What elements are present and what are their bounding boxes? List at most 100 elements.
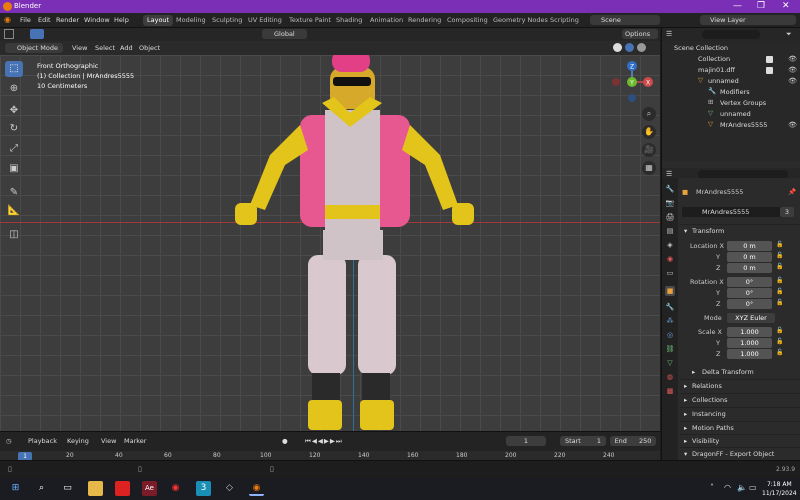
checkbox-icon[interactable] [766,67,773,74]
dragonff-export-panel[interactable]: ▾ DragonFF - Export Object [680,447,800,459]
delta-transform-panel[interactable]: ▸ Delta Transform [680,366,800,378]
playback-controls[interactable]: ⏮◀◀▶▶⏭ [305,437,343,446]
transform-tool-icon[interactable]: ▣ [5,161,23,177]
wifi-icon[interactable]: ◠ [724,483,731,492]
object-name-field[interactable]: MrAndres5555 [682,207,786,217]
lock-icon[interactable]: 🔓 [776,288,783,295]
material-tab-icon[interactable]: ◍ [665,372,675,382]
motion-paths-panel[interactable]: ▸ Motion Paths [680,421,800,433]
minimize-button[interactable]: — [733,1,742,11]
app-icon-blue[interactable]: 3 [196,481,211,496]
rendered-shading-icon[interactable] [637,43,646,52]
scale-x-field[interactable]: 1.000 [727,327,772,337]
constraints-tab-icon[interactable]: ⛓ [665,344,675,354]
outliner-type-icon[interactable]: ☰ [666,30,672,38]
menu-window[interactable]: Window [84,16,110,24]
eye-icon[interactable]: 👁 [788,121,797,129]
rotation-z-field[interactable]: 0° [727,299,772,309]
tool-tab-icon[interactable]: 🔧 [665,184,675,194]
view-layer-selector[interactable]: View Layer [700,15,796,25]
rotation-y-field[interactable]: 0° [727,288,772,298]
battery-icon[interactable]: ▭ [749,483,757,492]
lock-icon[interactable]: 🔓 [776,277,783,284]
outliner-row[interactable]: 🔧 Modifiers [662,87,800,98]
file-explorer-icon[interactable] [88,481,103,496]
start-frame-field[interactable]: Start 1 [560,436,606,446]
taskbar-clock[interactable]: 7:18 AM 11/17/2024 [762,480,797,498]
windows-start-icon[interactable]: ⊞ [8,481,23,496]
properties-type-icon[interactable]: ☰ [666,170,672,178]
relations-panel[interactable]: ▸ Relations [680,379,800,391]
outliner-search-input[interactable] [702,30,760,39]
tab-animation[interactable]: Animation [366,15,407,26]
collection-tab-icon[interactable]: ▭ [665,268,675,278]
outliner-row[interactable]: ▽ unnamed [662,109,800,120]
scene-tab-icon[interactable]: ◈ [665,240,675,250]
menu-timeline-view[interactable]: View [101,437,116,445]
tab-modeling[interactable]: Modeling [172,15,210,26]
tab-compositing[interactable]: Compositing [443,15,492,26]
menu-render[interactable]: Render [56,16,79,24]
particles-tab-icon[interactable]: ⁂ [665,316,675,326]
transform-panel-header[interactable]: ▾ Transform [680,224,800,236]
record-icon[interactable]: ● [282,437,288,445]
add-cube-tool-icon[interactable]: ◫ [5,227,23,243]
render-tab-icon[interactable]: 📷 [665,198,675,208]
scale-tool-icon[interactable]: ⤢ [5,141,23,157]
lock-icon[interactable]: 🔓 [776,349,783,356]
close-button[interactable]: ✕ [782,1,790,11]
modifiers-tab-icon[interactable]: 🔧 [665,302,675,312]
tab-geometry-nodes[interactable]: Geometry Nodes [489,15,552,26]
annotate-tool-icon[interactable]: ✎ [5,185,23,201]
outliner-row[interactable]: ▽ MrAndres5555 👁 [662,120,800,131]
select-mode-icon[interactable] [30,29,44,39]
maximize-button[interactable]: ❐ [757,1,765,11]
lock-icon[interactable]: 🔓 [776,338,783,345]
texture-tab-icon[interactable]: ▩ [665,386,675,396]
move-tool-icon[interactable]: ✥ [5,103,23,119]
tab-shading[interactable]: Shading [332,15,366,26]
physics-tab-icon[interactable]: ◎ [665,330,675,340]
end-frame-field[interactable]: End 250 [610,436,656,446]
scale-y-field[interactable]: 1.000 [727,338,772,348]
instancing-panel[interactable]: ▸ Instancing [680,407,800,419]
output-tab-icon[interactable]: 🖨 [665,212,675,222]
world-tab-icon[interactable]: ◉ [665,254,675,264]
grid-view-icon[interactable]: ▦ [642,161,656,175]
outliner-row[interactable]: Collection 👁 [662,54,800,65]
menu-select[interactable]: Select [95,44,115,52]
menu-marker[interactable]: Marker [124,437,146,445]
menu-add[interactable]: Add [120,44,133,52]
lock-icon[interactable]: 🔓 [776,252,783,259]
adobe-app-icon[interactable]: Ae [142,481,157,496]
solid-shading-icon[interactable] [613,43,622,52]
lock-icon[interactable]: 🔓 [776,327,783,334]
orientation-dropdown[interactable]: Global [262,29,307,39]
search-icon[interactable]: ⌕ [34,481,49,496]
object-mode-dropdown[interactable]: Object Mode [5,43,63,53]
camera-icon[interactable]: 🎥 [642,143,656,157]
tab-rendering[interactable]: Rendering [404,15,445,26]
outliner-row[interactable]: Scene Collection [662,43,800,54]
character-model[interactable] [230,55,480,431]
scene-selector[interactable]: Scene [590,15,660,25]
tray-chevron-icon[interactable]: ˄ [710,483,714,492]
eye-icon[interactable]: 👁 [788,66,797,74]
app-icon-gray[interactable]: ◇ [222,481,237,496]
visibility-panel[interactable]: ▸ Visibility [680,434,800,446]
pan-hand-icon[interactable]: ✋ [642,125,656,139]
checkbox-icon[interactable] [766,56,773,63]
3d-viewport[interactable]: Front Orthographic (1) Collection | MrAn… [0,55,660,431]
outliner-row[interactable]: ▽ unnamed 👁 [662,76,800,87]
tab-sculpting[interactable]: Sculpting [208,15,246,26]
tab-texture-paint[interactable]: Texture Paint [285,15,335,26]
view-layer-tab-icon[interactable]: ▤ [665,226,675,236]
object-tab-icon[interactable]: ■ [665,286,675,296]
filter-icon[interactable]: ⏷ [786,30,792,39]
menu-help[interactable]: Help [114,16,129,24]
menu-view[interactable]: View [72,44,87,52]
collections-panel[interactable]: ▸ Collections [680,393,800,405]
timeline-editor-type-icon[interactable]: ◷ [6,437,12,445]
menu-file[interactable]: File [20,16,31,24]
menu-object[interactable]: Object [139,44,160,52]
